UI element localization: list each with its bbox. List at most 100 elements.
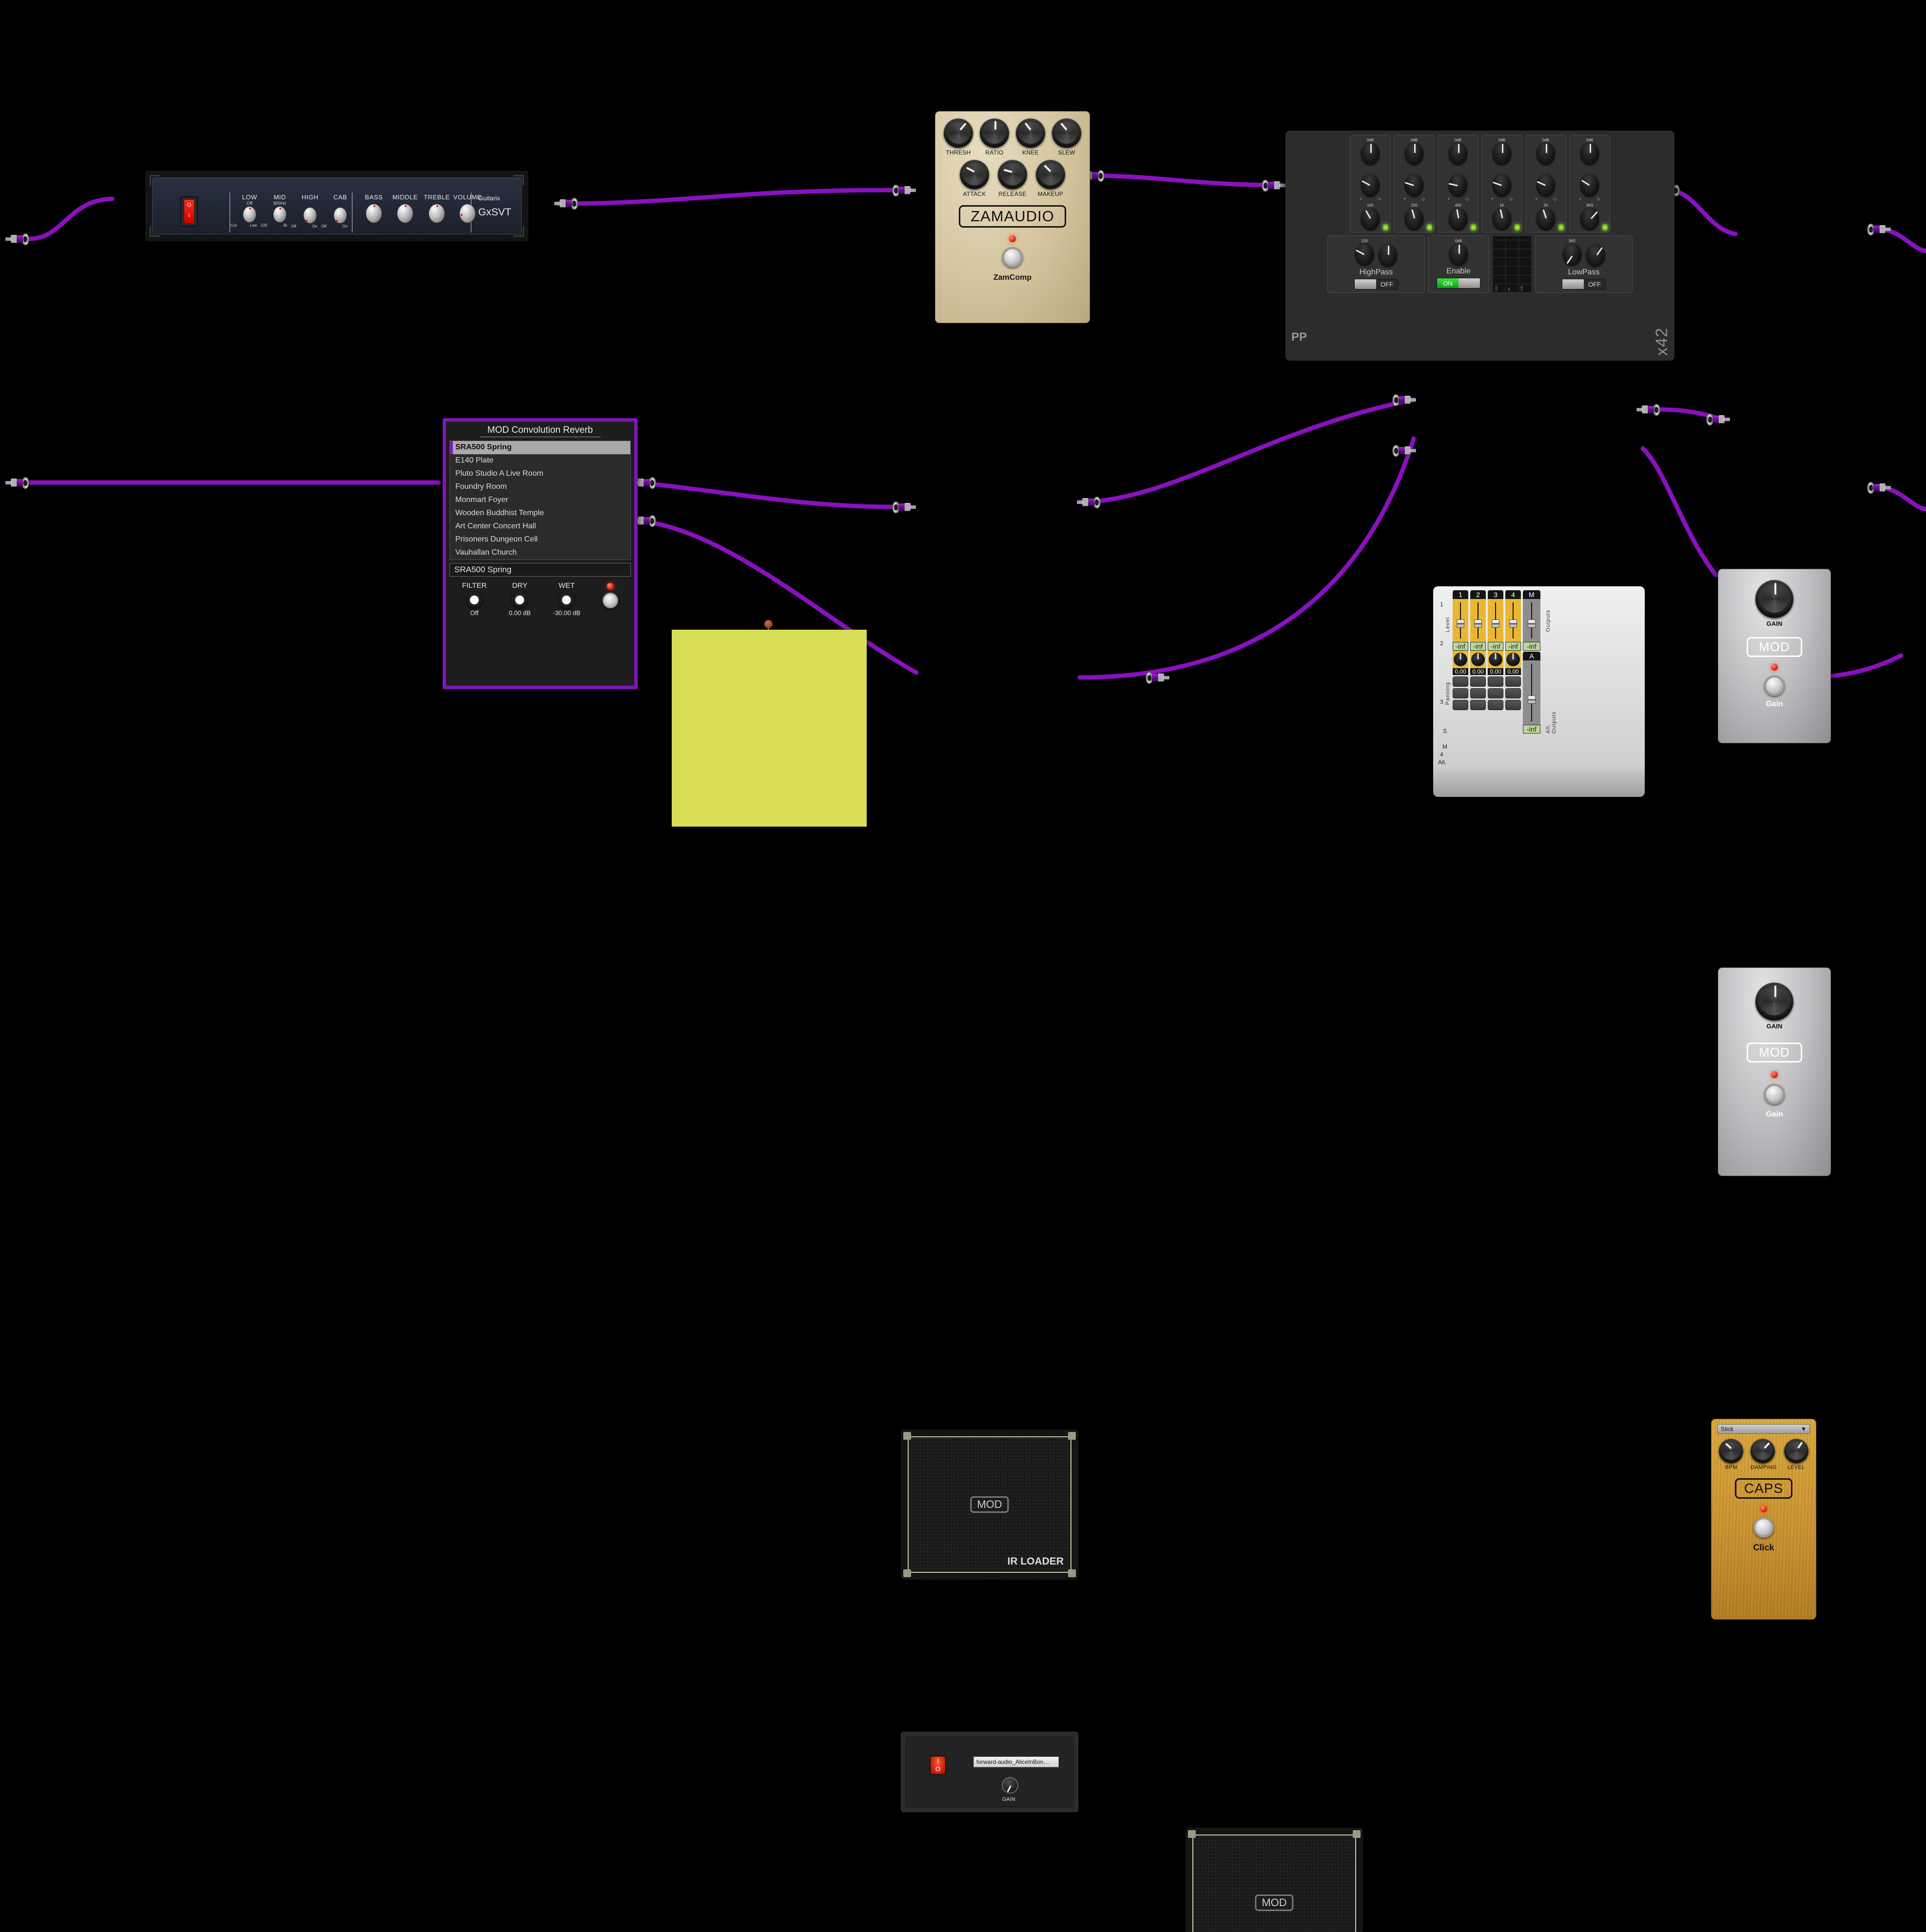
mixer-channel-3[interactable]: 3 -inf 0.00 (1488, 590, 1503, 734)
list-item[interactable]: SRA500 Spring (450, 441, 630, 454)
channel-level-value[interactable]: -inf (1505, 642, 1521, 651)
amp-power-switch[interactable]: OI (180, 196, 198, 227)
eq-enable-section[interactable]: 0dB Enable ON (1428, 235, 1489, 293)
reverb-footswitch[interactable] (603, 593, 619, 608)
eq-band-2[interactable]: 0dB + ◇ 200 (1394, 135, 1435, 232)
channel-mute-button[interactable] (1453, 688, 1468, 698)
alt-level-fader[interactable] (1523, 660, 1540, 725)
caps-knob-bpm[interactable]: BPM (1719, 1439, 1744, 1470)
pushpin-icon[interactable] (764, 620, 773, 628)
cab-ir-loader-1[interactable]: MOD IR LOADER (901, 1430, 1078, 1580)
alt-level-value[interactable]: -inf (1523, 725, 1540, 734)
eq-freq-knob[interactable] (1580, 208, 1599, 230)
reverb-filter-knob[interactable] (466, 592, 483, 608)
reverb-bypass-control[interactable] (603, 581, 619, 608)
gain1-footswitch[interactable] (1764, 676, 1785, 696)
channel-pan-knob[interactable] (1505, 651, 1521, 668)
mixer-channel-1[interactable]: 1 -inf 0.00 (1453, 590, 1468, 734)
channel-pan-value[interactable]: 0.00 (1505, 668, 1521, 675)
channel-alt-button[interactable] (1488, 700, 1503, 710)
cable-jack[interactable] (1392, 394, 1416, 406)
channel-pan-value[interactable]: 0.00 (1488, 668, 1503, 675)
cable-jack[interactable] (892, 501, 916, 514)
channel-solo-button[interactable] (1453, 676, 1468, 687)
amp-knob-middle[interactable]: MIDDLE (389, 193, 421, 224)
ir-loader-1-panel[interactable]: IO forward-audio_AliceInBon… GAIN (901, 1732, 1078, 1812)
eq-gain-knob[interactable] (1405, 142, 1423, 165)
list-item[interactable]: E140 Plate (450, 454, 630, 467)
cable-jack[interactable] (1262, 179, 1285, 192)
hp-freq-knob[interactable] (1355, 243, 1374, 266)
channel-alt-button[interactable] (1470, 700, 1486, 710)
list-item[interactable]: Wooden Buddhist Temple (450, 507, 630, 520)
zamcomp-knob-knee[interactable]: KNEE (1016, 118, 1045, 156)
ir1-power-switch[interactable]: IO (930, 1756, 946, 1775)
eq-q-knob[interactable] (1448, 174, 1467, 196)
eq-q-knob[interactable] (1361, 174, 1380, 196)
cab-ir-loader-2[interactable]: MOD IR LOADER (1186, 1828, 1363, 1932)
cable-jack[interactable] (1077, 496, 1101, 509)
cable-jack[interactable] (1636, 404, 1660, 416)
sticky-note-wrapper[interactable] (672, 620, 867, 827)
zamcomp-footswitch[interactable] (1002, 247, 1023, 268)
reverb-filter-control[interactable]: FILTER Off (462, 581, 487, 617)
cable-jack[interactable] (554, 197, 578, 210)
amp-knob-low[interactable]: LOW Off Cut Low (231, 193, 264, 228)
channel-mute-button[interactable] (1505, 688, 1521, 698)
channel-mute-button[interactable] (1470, 688, 1486, 698)
channel-level-value[interactable]: -inf (1470, 642, 1486, 651)
eq-lowpass-section[interactable]: 3K5 LowPass OFF (1535, 235, 1633, 293)
zamcomp-knob-slew[interactable]: SLEW (1052, 118, 1081, 156)
eq-gain-knob[interactable] (1537, 142, 1555, 165)
eq-band-4[interactable]: 0dB + ◇ 1K (1481, 135, 1522, 232)
cable-jack[interactable] (5, 233, 29, 246)
eq-gain-knob[interactable] (1361, 142, 1380, 165)
enable-gain-knob[interactable] (1449, 243, 1468, 266)
reverb-wet-knob[interactable] (558, 592, 575, 608)
zamcomp-knob-makeup[interactable]: MAKEUP (1036, 160, 1065, 197)
channel-pan-value[interactable]: 0.00 (1453, 668, 1468, 675)
master-level-value[interactable]: -inf (1523, 642, 1540, 651)
hp-slope-knob[interactable] (1379, 244, 1397, 267)
channel-level-fader[interactable] (1505, 599, 1521, 642)
enable-toggle[interactable]: ON (1437, 278, 1480, 289)
eq-highpass-section[interactable]: 100 HighPass OFF (1327, 235, 1425, 293)
cable-jack[interactable] (1867, 482, 1891, 494)
amp-guitarix-gxsvt[interactable]: OI LOW Off Cut Low MID 800Hz 220 3k HIGH (145, 171, 528, 241)
lp-freq-knob[interactable] (1563, 243, 1581, 266)
channel-solo-button[interactable] (1470, 676, 1486, 687)
zamcomp-knob-thresh[interactable]: THRESH (944, 118, 973, 156)
channel-level-value[interactable]: -inf (1453, 642, 1468, 651)
list-item[interactable]: Vauhallan Church (450, 546, 630, 560)
eq-q-knob[interactable] (1493, 174, 1511, 196)
lp-slope-knob[interactable] (1586, 244, 1605, 267)
plugin-x42-eq[interactable]: 0dB > ⊃ 100 0dB + ◇ 200 0dB + ◇ 400 0dB … (1285, 131, 1674, 361)
eq-band-3[interactable]: 0dB + ◇ 400 (1438, 135, 1479, 232)
amp-knob-high[interactable]: HIGH Off On (291, 193, 324, 229)
gain2-footswitch[interactable] (1764, 1084, 1785, 1104)
zamcomp-knob-ratio[interactable]: RATIO (980, 118, 1009, 156)
mixer-channel-4[interactable]: 4 -inf 0.00 (1505, 590, 1521, 734)
hp-toggle[interactable]: OFF (1354, 279, 1398, 290)
zamcomp-knob-attack[interactable]: ATTACK (960, 160, 989, 197)
caps-preset-select[interactable]: Stick ▼ (1717, 1424, 1810, 1434)
reverb-dry-control[interactable]: DRY 0.00 dB (509, 581, 531, 617)
channel-pan-knob[interactable] (1470, 651, 1486, 668)
caps-footswitch[interactable] (1753, 1517, 1774, 1538)
pedalboard-canvas[interactable]: OI LOW Off Cut Low MID 800Hz 220 3k HIGH (0, 0, 1926, 1932)
list-item[interactable]: Foundry Room (450, 481, 630, 494)
mixer-master-strip[interactable]: M -inf A -inf (1523, 590, 1540, 734)
plugin-convolution-reverb[interactable]: MOD Convolution Reverb SRA500 Spring E14… (443, 418, 638, 689)
gain1-knob[interactable] (1755, 580, 1793, 618)
sticky-note[interactable] (672, 630, 867, 827)
channel-solo-button[interactable] (1488, 676, 1503, 687)
eq-band-5[interactable]: 0dB + ◇ 2K (1525, 135, 1566, 232)
eq-gain-knob[interactable] (1580, 142, 1599, 165)
channel-mute-button[interactable] (1488, 688, 1503, 698)
eq-band-1[interactable]: 0dB > ⊃ 100 (1350, 135, 1391, 232)
channel-alt-button[interactable] (1453, 700, 1468, 710)
caps-knob-level[interactable]: LEVEL (1784, 1439, 1809, 1470)
ir1-gain-knob[interactable] (1002, 1777, 1018, 1794)
eq-gain-knob[interactable] (1449, 142, 1467, 165)
eq-band-6[interactable]: 0dB < ⊂ 3K9 (1569, 135, 1610, 232)
